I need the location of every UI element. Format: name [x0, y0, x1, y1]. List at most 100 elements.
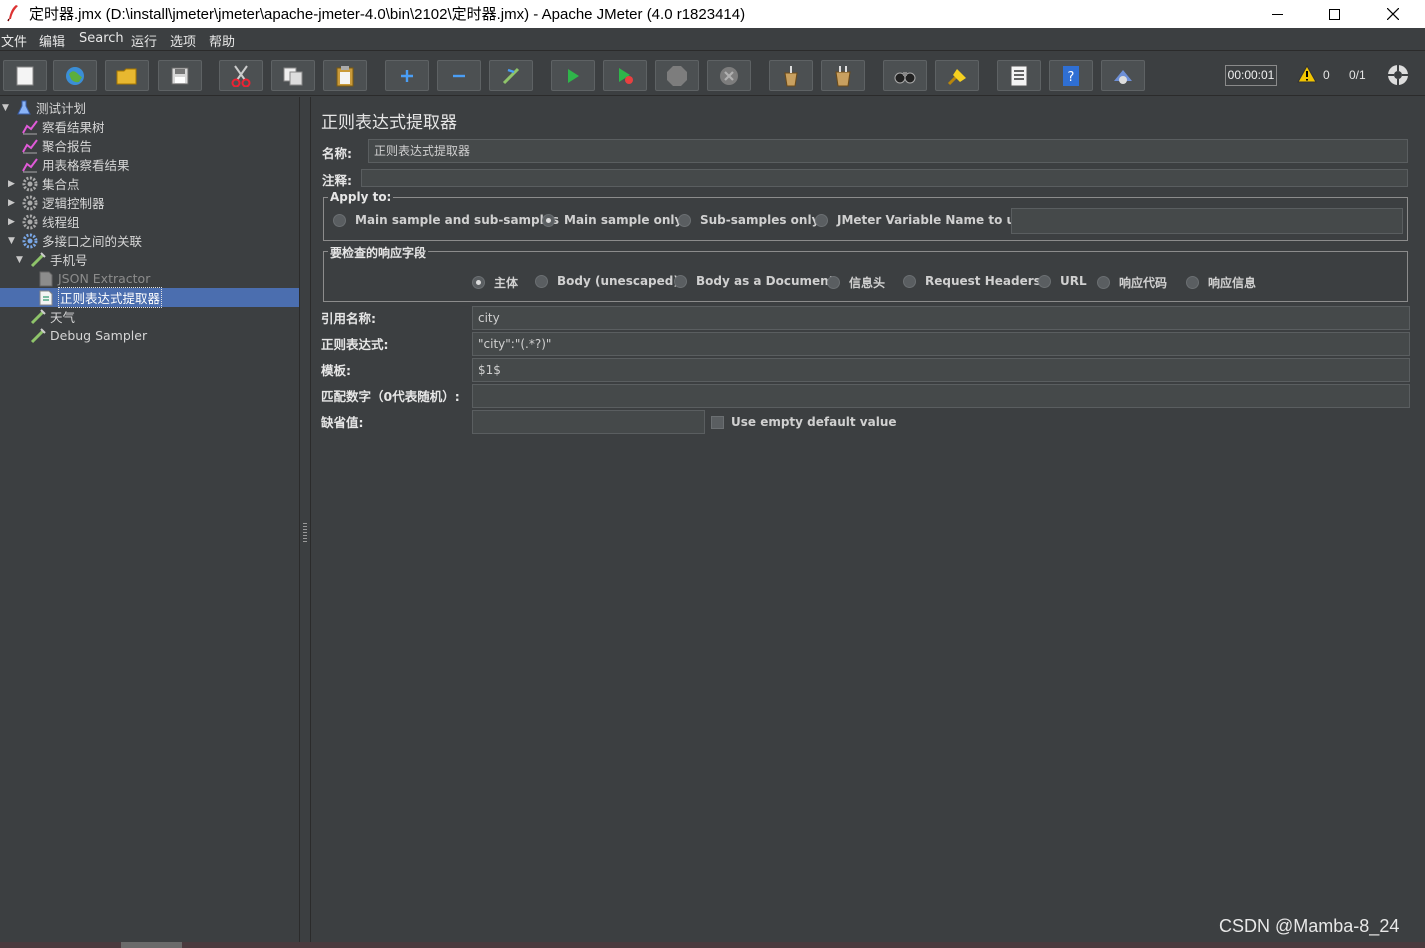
jmeter-feather-icon: [7, 5, 18, 22]
horizontal-scrollbar[interactable]: [0, 942, 1425, 948]
reset-search-icon: [947, 68, 966, 85]
tree-node-weather[interactable]: 天气: [30, 307, 75, 326]
radio-on-icon: [542, 213, 555, 227]
comment-input[interactable]: [361, 169, 1408, 187]
start-button[interactable]: [551, 60, 595, 91]
name-input[interactable]: 正则表达式提取器: [368, 139, 1408, 163]
function-helper-icon: [1010, 65, 1028, 86]
window-title: 定时器.jmx (D:\install\jmeter\jmeter\apache…: [29, 6, 746, 23]
cut-button[interactable]: [219, 60, 263, 91]
reset-search-button[interactable]: [935, 60, 979, 91]
close-button[interactable]: [1364, 0, 1422, 28]
menu-options[interactable]: 选项: [170, 31, 196, 50]
default-value-input[interactable]: [472, 410, 705, 434]
menu-search[interactable]: Search: [79, 31, 124, 46]
templates-icon: [66, 66, 84, 85]
panel-splitter[interactable]: [299, 97, 311, 942]
tree-node-regex-extractor[interactable]: 正则表达式提取器: [0, 287, 299, 308]
tree-node-rendezvous[interactable]: ▶ 集合点: [8, 174, 80, 193]
templates-button[interactable]: [53, 60, 97, 91]
tree-node-view-results-tree[interactable]: 察看结果树: [22, 117, 105, 136]
function-helper-button[interactable]: [997, 60, 1041, 91]
match-no-input[interactable]: [472, 384, 1410, 408]
shutdown-button[interactable]: [707, 60, 751, 91]
clear-button[interactable]: [769, 60, 813, 91]
open-button[interactable]: [105, 60, 149, 91]
clear-all-button[interactable]: [821, 60, 865, 91]
new-button[interactable]: [3, 60, 47, 91]
editor-heading: 正则表达式提取器: [321, 113, 457, 133]
check-response-code-radio[interactable]: 响应代码: [1097, 274, 1167, 291]
radio-off-icon: [535, 274, 548, 288]
tree-node-phone[interactable]: ▼ 手机号: [16, 250, 88, 269]
maximize-button[interactable]: [1305, 0, 1363, 28]
tree-node-thread-group[interactable]: ▶ 线程组: [8, 212, 80, 231]
radio-off-icon: [903, 274, 916, 288]
help-icon: ?: [1063, 65, 1079, 86]
test-plan-icon: [17, 100, 31, 114]
apply-main-only-radio[interactable]: Main sample only: [542, 213, 682, 227]
watermark: CSDN @Mamba-8_24: [1219, 916, 1400, 936]
tree-node-debug-sampler[interactable]: Debug Sampler: [30, 326, 147, 345]
start-no-pauses-button[interactable]: [603, 60, 647, 91]
apply-sub-only-radio[interactable]: Sub-samples only: [678, 213, 819, 227]
tree-node-view-results-table[interactable]: 用表格察看结果: [22, 155, 130, 174]
test-plan-tree: ▼ 测试计划 察看结果树 聚合报告 用表格察看结果 ▶ 集合点 ▶ 逻辑控制器 …: [0, 97, 299, 942]
use-empty-default-checkbox[interactable]: Use empty default value: [711, 415, 897, 429]
check-url-radio[interactable]: URL: [1038, 274, 1087, 288]
apply-jmeter-variable-radio[interactable]: JMeter Variable Name to use: [815, 213, 1030, 227]
expand-arrow-icon[interactable]: ▶: [8, 217, 18, 227]
expand-all-button[interactable]: [385, 60, 429, 91]
check-headers-radio[interactable]: 信息头: [827, 274, 885, 291]
collapse-arrow-icon[interactable]: ▼: [2, 103, 12, 113]
warning-count: 0: [1323, 68, 1330, 82]
expand-arrow-icon[interactable]: ▶: [8, 179, 18, 189]
gear-icon: [22, 233, 38, 248]
tree-node-aggregate-report[interactable]: 聚合报告: [22, 136, 92, 155]
radio-off-icon: [1097, 276, 1110, 289]
ref-name-label: 引用名称:: [321, 311, 376, 326]
tree-node-logic-controller[interactable]: ▶ 逻辑控制器: [8, 193, 105, 212]
new-icon: [16, 66, 34, 85]
save-button[interactable]: [158, 60, 202, 91]
menu-help[interactable]: 帮助: [209, 31, 235, 50]
toolbar: ? 00:00:01 0 0/1: [0, 52, 1425, 96]
help-button[interactable]: ?: [1049, 60, 1093, 91]
stop-button[interactable]: [655, 60, 699, 91]
menu-edit[interactable]: 编辑: [39, 31, 65, 50]
check-response-message-radio[interactable]: 响应信息: [1186, 274, 1256, 291]
apply-main-and-sub-radio[interactable]: Main sample and sub-samples: [333, 213, 559, 227]
collapse-arrow-icon[interactable]: ▼: [16, 255, 26, 265]
collapse-icon: [453, 74, 465, 77]
template-input[interactable]: $1$: [472, 358, 1410, 382]
apply-to-group: Apply to: Main sample and sub-samples Ma…: [323, 190, 1408, 241]
scrollbar-thumb[interactable]: [121, 942, 182, 948]
minimize-button[interactable]: [1248, 0, 1306, 28]
ref-name-input[interactable]: city: [472, 306, 1410, 330]
check-body-unescaped-radio[interactable]: Body (unescaped): [535, 274, 679, 288]
splitter-grip-icon[interactable]: [303, 523, 307, 543]
listener-icon: [22, 157, 38, 172]
collapse-all-button[interactable]: [437, 60, 481, 91]
check-request-headers-radio[interactable]: Request Headers: [903, 274, 1041, 288]
remote-start-button[interactable]: [1101, 60, 1145, 91]
warning-icon[interactable]: [1297, 65, 1317, 83]
radio-off-icon: [1038, 274, 1051, 288]
regex-input[interactable]: "city":"(.*?)": [472, 332, 1410, 356]
search-button[interactable]: [883, 60, 927, 91]
tree-node-test-plan[interactable]: ▼ 测试计划: [2, 98, 86, 117]
minimize-icon: [1271, 13, 1283, 15]
paste-button[interactable]: [323, 60, 367, 91]
tree-node-multi-interface[interactable]: ▼ 多接口之间的关联: [8, 231, 142, 250]
tree-node-json-extractor[interactable]: JSON Extractor: [38, 269, 150, 288]
check-body-document-radio[interactable]: Body as a Document: [674, 274, 834, 288]
check-body-radio[interactable]: 主体: [472, 274, 518, 291]
collapse-arrow-icon[interactable]: ▼: [8, 236, 18, 246]
menu-run[interactable]: 运行: [131, 31, 157, 50]
toggle-button[interactable]: [489, 60, 533, 91]
menu-file[interactable]: 文件: [1, 31, 27, 50]
jmeter-variable-input[interactable]: [1011, 208, 1403, 234]
field-to-check-group: 要检查的响应字段 主体 Body (unescaped) Body as a D…: [323, 244, 1408, 302]
expand-arrow-icon[interactable]: ▶: [8, 198, 18, 208]
copy-button[interactable]: [271, 60, 315, 91]
